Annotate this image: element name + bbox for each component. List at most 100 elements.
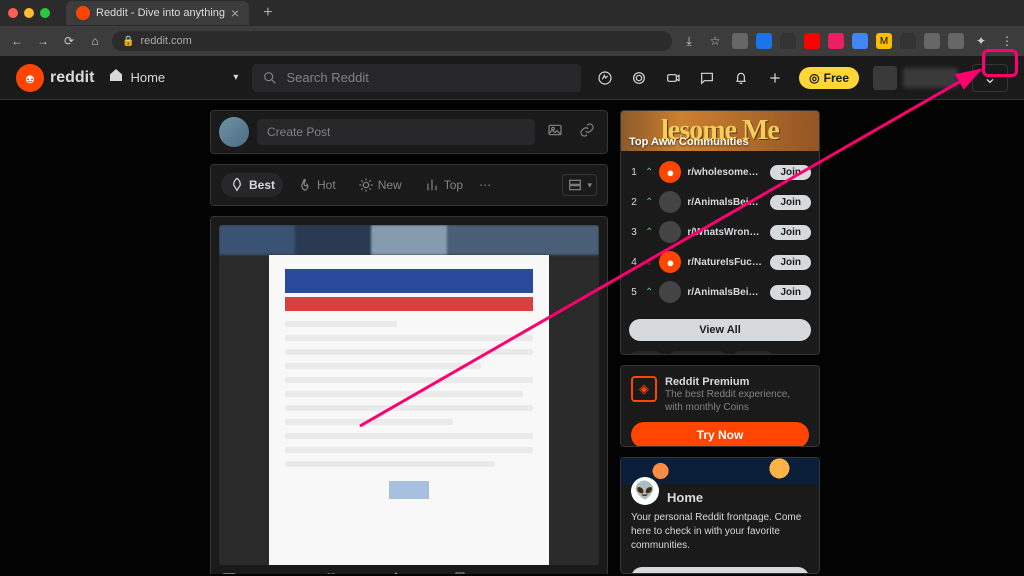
snoo-icon [16, 64, 44, 92]
shield-icon: ◈ [631, 376, 657, 402]
ext-icon[interactable] [948, 33, 964, 49]
rocket-icon [229, 177, 245, 193]
create-post-bar: Create Post [210, 110, 608, 154]
ext-icon[interactable] [900, 33, 916, 49]
category-chips: TopNear YouNewsGaming [621, 347, 819, 355]
reddit-logo[interactable]: reddit [16, 64, 94, 92]
ext-icon[interactable] [732, 33, 748, 49]
widget-banner: lesome Me Top Aww Communities [621, 111, 819, 151]
community-row[interactable]: 4⌄●r/NatureIsFuckin…Join [629, 247, 811, 277]
user-avatar[interactable] [219, 117, 249, 147]
browser-tab[interactable]: Reddit - Dive into anything × [66, 1, 249, 25]
community-name: r/WhatsWrongWi… [687, 227, 764, 238]
ext-icon[interactable] [780, 33, 796, 49]
home-button[interactable]: ⌂ [86, 34, 104, 48]
chevron-down-icon: ▾ [233, 72, 238, 83]
brand-text: reddit [50, 69, 94, 87]
category-chip[interactable]: News [732, 351, 774, 355]
browser-tabstrip: Reddit - Dive into anything × + [0, 0, 1024, 26]
widget-title: Top Aww Communities [629, 136, 749, 148]
create-post-input[interactable]: Create Post [257, 119, 535, 145]
sun-icon [358, 177, 374, 193]
image-post-icon[interactable] [543, 122, 567, 143]
browser-toolbar: ← → ⟳ ⌂ 🔒 reddit.com ⤓ ☆ M ✦ ⋮ [0, 26, 1024, 56]
join-button[interactable]: Join [770, 195, 811, 210]
link-post-icon[interactable] [575, 122, 599, 143]
extension-icons: ⤓ ☆ M ✦ ⋮ [680, 33, 1016, 49]
post-card[interactable]: 19 Comments Award Share Save ⋯ [210, 216, 608, 574]
install-icon[interactable]: ⤓ [680, 34, 698, 49]
star-icon[interactable]: ☆ [706, 34, 724, 48]
ext-icon[interactable] [852, 33, 868, 49]
new-tab-button[interactable]: + [263, 4, 272, 22]
live-icon[interactable] [663, 68, 683, 88]
rank-trend-icon: ⌃ [645, 227, 653, 238]
rank-trend-icon: ⌄ [645, 257, 653, 268]
layout-toggle[interactable]: ▾ [562, 174, 597, 196]
extensions-button[interactable]: ✦ [972, 34, 990, 48]
snoo-icon: 👽 [631, 477, 659, 505]
reload-button[interactable]: ⟳ [60, 34, 78, 48]
premium-title: Reddit Premium [665, 376, 809, 388]
address-bar[interactable]: 🔒 reddit.com [112, 31, 672, 51]
favicon-icon [76, 6, 90, 20]
join-button[interactable]: Join [770, 165, 811, 180]
join-button[interactable]: Join [770, 225, 811, 240]
search-input[interactable]: Search Reddit [252, 64, 581, 92]
back-button[interactable]: ← [8, 34, 26, 48]
community-avatar [659, 191, 681, 213]
try-now-label: Try Now [697, 428, 744, 442]
join-button[interactable]: Join [770, 285, 811, 300]
sort-bar: Best Hot New Top ⋯ ▾ [210, 164, 608, 206]
community-row[interactable]: 1⌃●r/wholesomeme…Join [629, 157, 811, 187]
top-communities-widget: lesome Me Top Aww Communities 1⌃●r/whole… [620, 110, 820, 355]
chevron-down-icon: ⌄ [983, 68, 996, 88]
create-icon[interactable] [765, 68, 785, 88]
community-row[interactable]: 3⌃r/WhatsWrongWi…Join [629, 217, 811, 247]
popular-icon[interactable] [595, 68, 615, 88]
premium-widget: ◈ Reddit Premium The best Reddit experie… [620, 365, 820, 447]
ext-icon[interactable]: M [876, 33, 892, 49]
notifications-icon[interactable] [731, 68, 751, 88]
coin-icon[interactable] [629, 68, 649, 88]
sort-new[interactable]: New [350, 173, 410, 197]
try-now-button[interactable]: Try Now [631, 422, 809, 447]
ext-icon[interactable] [804, 33, 820, 49]
reddit-header: reddit Home ▾ Search Reddit ◎ Free ⌄ [0, 56, 1024, 100]
ext-icon[interactable] [828, 33, 844, 49]
minimize-window-icon[interactable] [24, 8, 34, 18]
view-all-button[interactable]: View All [629, 319, 811, 341]
post-actions: 19 Comments Award Share Save ⋯ [219, 565, 599, 574]
url-text: reddit.com [140, 35, 191, 47]
window-controls[interactable] [8, 8, 50, 18]
community-avatar [659, 281, 681, 303]
sort-hot[interactable]: Hot [289, 173, 344, 197]
sort-best[interactable]: Best [221, 173, 283, 197]
ext-icon[interactable] [756, 33, 772, 49]
maximize-window-icon[interactable] [40, 8, 50, 18]
sort-top[interactable]: Top [416, 173, 471, 197]
menu-icon[interactable]: ⋮ [998, 34, 1016, 48]
home-selector[interactable]: Home ▾ [108, 67, 238, 88]
community-row[interactable]: 5⌃r/AnimalsBeingB…Join [629, 277, 811, 307]
free-button[interactable]: ◎ Free [799, 67, 859, 89]
user-menu[interactable] [873, 66, 958, 90]
community-row[interactable]: 2⌃r/AnimalsBeing…Join [629, 187, 811, 217]
chat-icon[interactable] [697, 68, 717, 88]
category-chip[interactable]: Top [629, 351, 663, 355]
create-post-button[interactable]: Create Post [631, 567, 809, 574]
category-chip[interactable]: Near You [668, 351, 727, 355]
sort-more-icon[interactable]: ⋯ [479, 178, 491, 192]
coin-icon: ◎ [809, 71, 819, 85]
close-window-icon[interactable] [8, 8, 18, 18]
user-dropdown-button[interactable]: ⌄ [972, 64, 1008, 92]
rank: 4 [629, 257, 639, 268]
forward-button[interactable]: → [34, 34, 52, 48]
community-name: r/AnimalsBeing… [687, 197, 764, 208]
ext-icon[interactable] [924, 33, 940, 49]
close-tab-icon[interactable]: × [231, 5, 239, 21]
rank: 5 [629, 287, 639, 298]
home-desc: Your personal Reddit frontpage. Come her… [621, 511, 819, 561]
card-layout-icon [567, 177, 583, 193]
join-button[interactable]: Join [770, 255, 811, 270]
